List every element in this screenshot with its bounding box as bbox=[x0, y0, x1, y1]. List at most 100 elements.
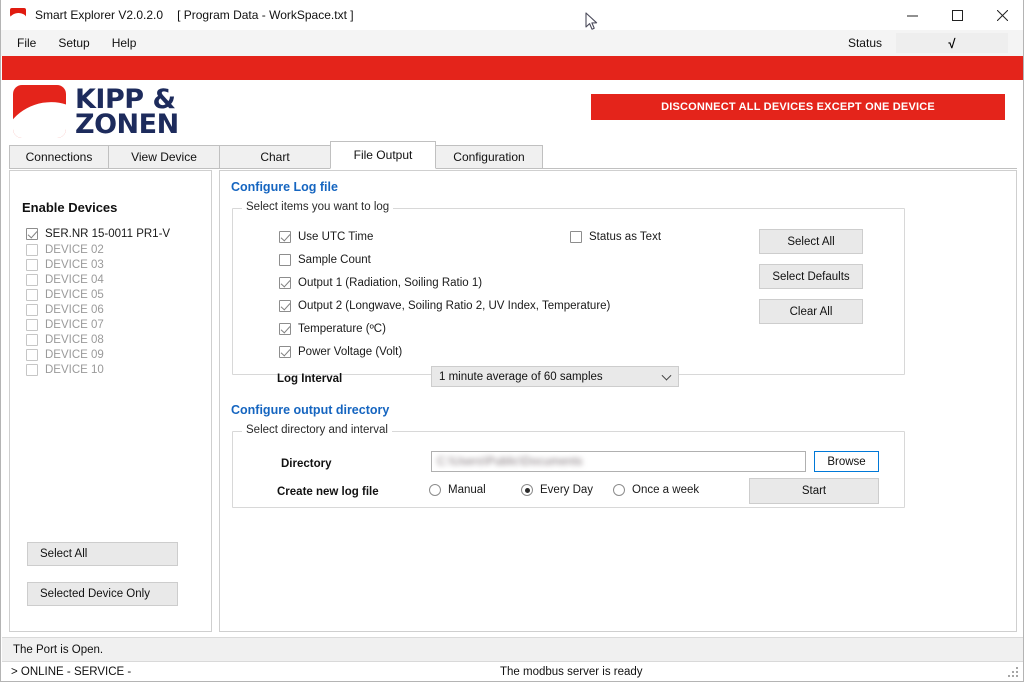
device-checkbox-1[interactable] bbox=[26, 228, 38, 240]
checkbox-status-as-text[interactable]: Status as Text bbox=[570, 231, 661, 243]
device-checkbox-8[interactable] bbox=[26, 333, 38, 346]
create-new-log-file-label: Create new log file bbox=[277, 486, 379, 498]
device-checkbox-7[interactable] bbox=[26, 318, 38, 331]
header-band: KIPP & ZONEN DISCONNECT ALL DEVICES EXCE… bbox=[2, 80, 1023, 142]
sample-count-label: Sample Count bbox=[298, 254, 371, 266]
radio-manual[interactable]: Manual bbox=[429, 484, 486, 496]
checkbox-power-voltage[interactable]: Power Voltage (Volt) bbox=[279, 346, 402, 358]
enable-devices-panel: Enable Devices SER.NR 15-0011 PR1-V DEVI… bbox=[9, 170, 212, 632]
status-bar-bottom: > ONLINE - SERVICE - The modbus server i… bbox=[2, 661, 1023, 681]
device-row-1[interactable]: SER.NR 15-0011 PR1-V bbox=[26, 226, 170, 242]
device-checkbox-3[interactable] bbox=[26, 258, 38, 271]
checkbox-output-1[interactable]: Output 1 (Radiation, Soiling Ratio 1) bbox=[279, 277, 482, 289]
output-2-checkbox[interactable] bbox=[279, 300, 291, 312]
close-icon[interactable] bbox=[980, 0, 1023, 30]
output-2-label: Output 2 (Longwave, Soiling Ratio 2, UV … bbox=[298, 300, 611, 312]
device-label-8: DEVICE 08 bbox=[45, 333, 104, 346]
log-interval-select[interactable]: 1 minute average of 60 samples bbox=[431, 366, 679, 387]
radio-every-day[interactable]: Every Day bbox=[521, 484, 593, 496]
start-button[interactable]: Start bbox=[749, 478, 879, 504]
sample-count-checkbox[interactable] bbox=[279, 254, 291, 266]
tab-strip: Connections View Device Chart File Outpu… bbox=[9, 141, 1017, 169]
directory-value: C:\Users\Public\Documents bbox=[437, 455, 583, 468]
device-list: SER.NR 15-0011 PR1-V DEVICE 02 DEVICE 03… bbox=[26, 226, 170, 377]
once-a-week-radio[interactable] bbox=[613, 484, 625, 496]
tab-connections[interactable]: Connections bbox=[9, 145, 109, 169]
brand-stripe bbox=[2, 56, 1023, 80]
port-status-text: The Port is Open. bbox=[13, 643, 104, 656]
mouse-cursor bbox=[585, 12, 599, 32]
every-day-radio[interactable] bbox=[521, 484, 533, 496]
tab-configuration[interactable]: Configuration bbox=[435, 145, 543, 169]
temperature-checkbox[interactable] bbox=[279, 323, 291, 335]
device-checkbox-6[interactable] bbox=[26, 303, 38, 316]
resize-grip[interactable] bbox=[1008, 667, 1020, 679]
use-utc-time-checkbox[interactable] bbox=[279, 231, 291, 243]
output-directory-groupbox: Select directory and interval Directory … bbox=[232, 424, 905, 508]
log-interval-value: 1 minute average of 60 samples bbox=[439, 370, 603, 383]
device-checkbox-4[interactable] bbox=[26, 273, 38, 286]
device-row-10[interactable]: DEVICE 10 bbox=[26, 362, 170, 377]
application-window: Smart Explorer V2.0.2.0 [ Program Data -… bbox=[0, 0, 1024, 682]
tab-view-device[interactable]: View Device bbox=[108, 145, 220, 169]
status-as-text-checkbox[interactable] bbox=[570, 231, 582, 243]
sidebar-selected-device-only-button[interactable]: Selected Device Only bbox=[27, 582, 178, 606]
power-voltage-checkbox[interactable] bbox=[279, 346, 291, 358]
select-all-button[interactable]: Select All bbox=[759, 229, 863, 254]
browse-button[interactable]: Browse bbox=[814, 451, 879, 472]
device-label-7: DEVICE 07 bbox=[45, 318, 104, 331]
menu-item-setup[interactable]: Setup bbox=[47, 33, 100, 53]
device-checkbox-5[interactable] bbox=[26, 288, 38, 301]
device-label-10: DEVICE 10 bbox=[45, 363, 104, 376]
device-label-1: SER.NR 15-0011 PR1-V bbox=[45, 228, 171, 240]
tab-file-output[interactable]: File Output bbox=[330, 141, 436, 169]
output-directory-legend: Select directory and interval bbox=[242, 424, 392, 436]
radio-once-a-week[interactable]: Once a week bbox=[613, 484, 699, 496]
device-label-3: DEVICE 03 bbox=[45, 258, 104, 271]
tab-chart[interactable]: Chart bbox=[219, 145, 331, 169]
sidebar-select-all-button[interactable]: Select All bbox=[27, 542, 178, 566]
use-utc-time-label: Use UTC Time bbox=[298, 231, 374, 243]
log-interval-label: Log Interval bbox=[277, 373, 343, 385]
checkbox-output-2[interactable]: Output 2 (Longwave, Soiling Ratio 2, UV … bbox=[279, 300, 610, 312]
modbus-server-text: The modbus server is ready bbox=[500, 665, 643, 678]
directory-input[interactable]: C:\Users\Public\Documents bbox=[431, 451, 806, 472]
directory-label: Directory bbox=[281, 458, 332, 470]
clear-all-button[interactable]: Clear All bbox=[759, 299, 863, 324]
menu-item-help[interactable]: Help bbox=[101, 33, 148, 53]
menu-bar: File Setup Help Status √ bbox=[1, 30, 1023, 56]
chevron-down-icon bbox=[661, 370, 672, 381]
status-indicator: √ bbox=[896, 33, 1008, 53]
device-row-5[interactable]: DEVICE 05 bbox=[26, 287, 170, 302]
device-row-4[interactable]: DEVICE 04 bbox=[26, 272, 170, 287]
status-bar-port: The Port is Open. bbox=[2, 637, 1023, 661]
checkbox-temperature[interactable]: Temperature (ºC) bbox=[279, 323, 386, 335]
enable-devices-title: Enable Devices bbox=[22, 200, 118, 215]
status-label: Status bbox=[847, 36, 882, 50]
manual-label: Manual bbox=[448, 484, 486, 496]
device-checkbox-2[interactable] bbox=[26, 243, 38, 256]
select-defaults-button[interactable]: Select Defaults bbox=[759, 264, 863, 289]
output-1-label: Output 1 (Radiation, Soiling Ratio 1) bbox=[298, 277, 483, 289]
device-row-2[interactable]: DEVICE 02 bbox=[26, 242, 170, 257]
device-checkbox-10[interactable] bbox=[26, 363, 38, 376]
kipp-zonen-mark-icon bbox=[13, 85, 66, 138]
device-row-7[interactable]: DEVICE 07 bbox=[26, 317, 170, 332]
maximize-icon[interactable] bbox=[935, 0, 980, 30]
device-row-8[interactable]: DEVICE 08 bbox=[26, 332, 170, 347]
device-label-5: DEVICE 05 bbox=[45, 288, 104, 301]
menu-item-file[interactable]: File bbox=[6, 33, 47, 53]
checkbox-use-utc-time[interactable]: Use UTC Time bbox=[279, 231, 373, 243]
checkbox-sample-count[interactable]: Sample Count bbox=[279, 254, 371, 266]
device-row-9[interactable]: DEVICE 09 bbox=[26, 347, 170, 362]
device-checkbox-9[interactable] bbox=[26, 348, 38, 361]
output-1-checkbox[interactable] bbox=[279, 277, 291, 289]
power-voltage-label: Power Voltage (Volt) bbox=[298, 346, 403, 358]
minimize-icon[interactable] bbox=[890, 0, 935, 30]
configure-log-file-title: Configure Log file bbox=[231, 180, 338, 194]
device-label-6: DEVICE 06 bbox=[45, 303, 104, 316]
manual-radio[interactable] bbox=[429, 484, 441, 496]
device-row-3[interactable]: DEVICE 03 bbox=[26, 257, 170, 272]
title-bar: Smart Explorer V2.0.2.0 [ Program Data -… bbox=[1, 0, 1023, 30]
device-row-6[interactable]: DEVICE 06 bbox=[26, 302, 170, 317]
